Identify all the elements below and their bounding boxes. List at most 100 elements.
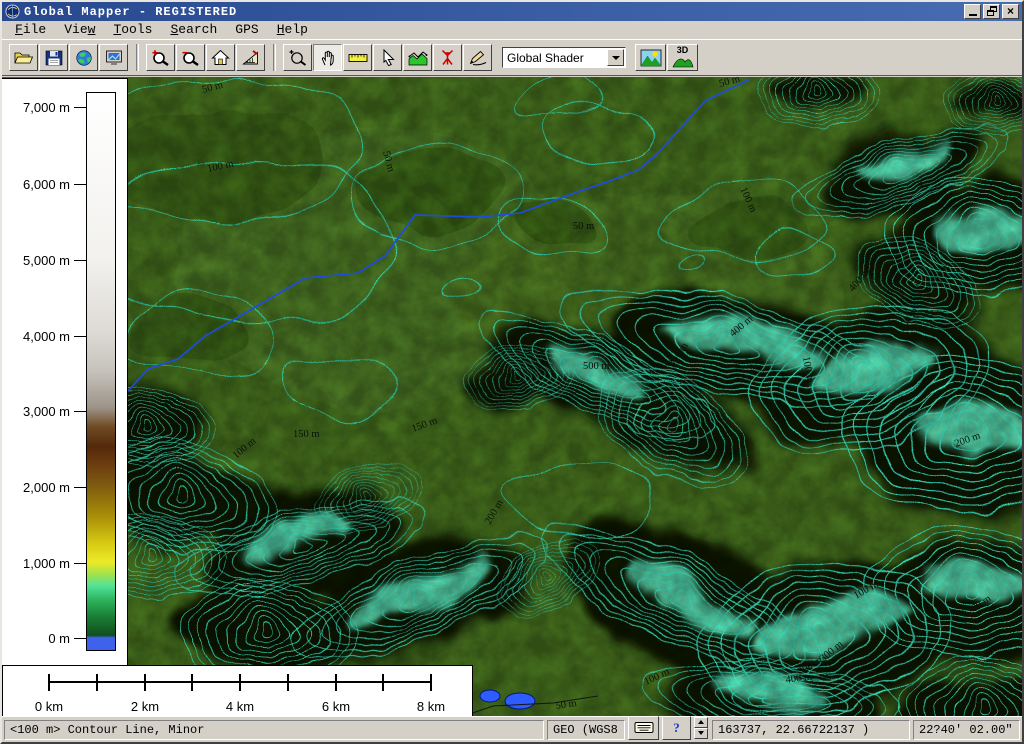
feature-info-panel: <100 m> Contour Line, Minor bbox=[4, 720, 544, 740]
legend-label: 0 m bbox=[48, 631, 70, 646]
terrain-texture bbox=[128, 77, 1022, 718]
shader-dropdown-button[interactable] bbox=[607, 49, 624, 66]
native-coords-panel: 163737, 22.66722137 ) bbox=[712, 720, 910, 740]
restore-icon bbox=[987, 6, 997, 16]
window-title: Global Mapper - REGISTERED bbox=[24, 5, 962, 19]
digitizer-pen-icon bbox=[468, 50, 488, 66]
scale-label: 6 km bbox=[322, 699, 350, 714]
save-icon bbox=[45, 50, 63, 66]
save-button[interactable] bbox=[39, 44, 68, 71]
map-workspace: 50 m100 m50 m50 m100 m50 m500 m400 m350 … bbox=[2, 77, 1022, 718]
view-3d-label: 3D bbox=[677, 46, 689, 55]
zoom-out-button[interactable] bbox=[176, 44, 205, 71]
view-shed-antenna-icon bbox=[439, 49, 456, 66]
restore-button[interactable] bbox=[983, 4, 1000, 19]
menu-search[interactable]: Search bbox=[161, 21, 226, 39]
digitizer-button[interactable] bbox=[463, 44, 492, 71]
arrow-cursor-icon bbox=[380, 49, 396, 66]
spinner-up-icon bbox=[698, 720, 704, 724]
help-icon: ? bbox=[673, 720, 680, 736]
overlay-control-button[interactable] bbox=[69, 44, 98, 71]
zoom-to-scale-button[interactable] bbox=[236, 44, 265, 71]
zoom-out-icon bbox=[181, 49, 200, 66]
chevron-down-icon bbox=[612, 56, 620, 60]
coordinate-spinner bbox=[694, 717, 708, 739]
full-view-button[interactable] bbox=[206, 44, 235, 71]
legend-label: 4,000 m bbox=[23, 329, 70, 344]
spinner-down-button[interactable] bbox=[694, 728, 708, 739]
menu-view[interactable]: View bbox=[55, 21, 104, 39]
spinner-up-button[interactable] bbox=[694, 717, 708, 728]
open-file-button[interactable] bbox=[9, 44, 38, 71]
spinner-down-icon bbox=[698, 731, 704, 735]
dms-coords-text: 22?40' 02.00" N, 114?22' 17.89" E bbox=[919, 723, 1020, 737]
configuration-button[interactable] bbox=[99, 44, 128, 71]
global-mapper-window: Global Mapper - REGISTERED × File View T… bbox=[0, 0, 1024, 744]
minimize-button[interactable] bbox=[964, 4, 981, 19]
toolbar-separator bbox=[136, 44, 139, 71]
ruler-icon bbox=[348, 51, 368, 65]
legend-label: 5,000 m bbox=[23, 253, 70, 268]
contour-label: 150 m bbox=[293, 429, 320, 440]
home-icon bbox=[211, 49, 230, 66]
legend-tick bbox=[74, 260, 86, 261]
contour-label: 50 m bbox=[573, 221, 594, 232]
legend-tick bbox=[74, 184, 86, 185]
scale-label: 4 km bbox=[226, 699, 254, 714]
pan-tool-button[interactable] bbox=[313, 44, 342, 71]
hill-icon bbox=[672, 55, 694, 68]
keyboard-button[interactable] bbox=[628, 716, 659, 740]
shader-dropdown-value: Global Shader bbox=[503, 51, 607, 65]
pan-hand-icon bbox=[319, 49, 337, 66]
scale-label: 0 km bbox=[35, 699, 63, 714]
help-button[interactable]: ? bbox=[662, 716, 691, 740]
legend-label: 6,000 m bbox=[23, 177, 70, 192]
close-icon: × bbox=[1007, 5, 1014, 18]
globe-icon bbox=[75, 50, 93, 66]
select-tool-button[interactable] bbox=[373, 44, 402, 71]
close-button[interactable]: × bbox=[1002, 4, 1019, 19]
legend-label: 7,000 m bbox=[23, 100, 70, 115]
legend-label: 2,000 m bbox=[23, 480, 70, 495]
legend-tick bbox=[74, 487, 86, 488]
shader-dropdown[interactable]: Global Shader bbox=[502, 47, 626, 68]
legend-tick bbox=[74, 107, 86, 108]
projection-panel: GEO (WGS8 bbox=[547, 720, 625, 740]
scale-bar: 0 km 2 km 4 km 6 km 8 km bbox=[2, 665, 473, 718]
elevation-legend: 7,000 m 6,000 m 5,000 m 4,000 m 3,000 m … bbox=[2, 78, 128, 665]
dms-coords-panel: 22?40' 02.00" N, 114?22' 17.89" E bbox=[913, 720, 1020, 740]
view-shed-button[interactable] bbox=[433, 44, 462, 71]
title-bar[interactable]: Global Mapper - REGISTERED × bbox=[2, 2, 1022, 21]
legend-tick bbox=[74, 563, 86, 564]
menu-file[interactable]: File bbox=[6, 21, 55, 39]
topographic-map: 50 m100 m50 m50 m100 m50 m500 m400 m350 … bbox=[128, 77, 1022, 718]
path-profile-icon bbox=[408, 50, 428, 66]
open-file-icon bbox=[14, 50, 34, 66]
toolbar-separator bbox=[273, 44, 276, 71]
status-bar: <100 m> Contour Line, Minor GEO (WGS8 ? … bbox=[2, 716, 1022, 742]
contour-label: 500 m bbox=[583, 361, 610, 372]
measure-tool-button[interactable] bbox=[343, 44, 372, 71]
map-canvas[interactable]: 50 m100 m50 m50 m100 m50 m500 m400 m350 … bbox=[128, 77, 1022, 718]
menu-help[interactable]: Help bbox=[268, 21, 317, 39]
scale-label: 8 km bbox=[417, 699, 445, 714]
menu-bar: File View Tools Search GPS Help bbox=[2, 21, 1022, 39]
zoom-in-icon bbox=[151, 49, 170, 66]
menu-gps[interactable]: GPS bbox=[226, 21, 267, 39]
legend-tick bbox=[74, 638, 86, 639]
scale-triangle-icon bbox=[241, 49, 261, 66]
legend-tick bbox=[74, 411, 86, 412]
path-profile-button[interactable] bbox=[403, 44, 432, 71]
view-3d-button[interactable]: 3D bbox=[667, 44, 698, 71]
zoom-tool-button[interactable] bbox=[283, 44, 312, 71]
keyboard-icon bbox=[634, 721, 654, 734]
image-view-button[interactable] bbox=[635, 44, 666, 71]
legend-tick bbox=[74, 336, 86, 337]
menu-tools[interactable]: Tools bbox=[104, 21, 161, 39]
native-coords-text: 163737, 22.66722137 ) bbox=[718, 723, 869, 737]
projection-text: GEO (WGS8 bbox=[553, 723, 618, 737]
legend-label: 1,000 m bbox=[23, 556, 70, 571]
minimize-icon bbox=[969, 14, 977, 16]
toolbar: Global Shader 3D bbox=[2, 39, 1022, 76]
zoom-in-button[interactable] bbox=[146, 44, 175, 71]
